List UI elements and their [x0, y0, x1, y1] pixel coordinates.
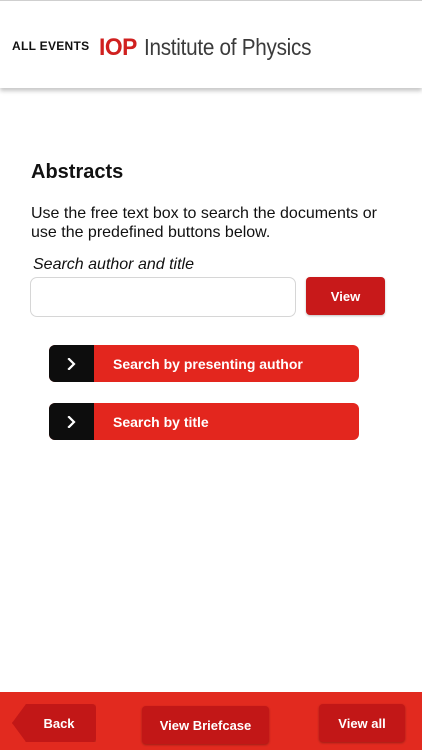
logo-mark: IOP [99, 34, 137, 61]
footer-bar: Back View Briefcase View all [0, 692, 422, 750]
search-by-title-button[interactable]: Search by title [49, 403, 359, 440]
intro-text: Use the free text box to search the docu… [31, 205, 377, 241]
view-all-button[interactable]: View all [319, 704, 405, 742]
search-input[interactable] [30, 277, 296, 317]
view-briefcase-button[interactable]: View Briefcase [142, 706, 269, 744]
header-bar: ALL EVENTS IOP Institute of Physics [0, 0, 422, 88]
chevron-right-icon [49, 345, 94, 382]
search-label: Search author and title [33, 256, 194, 273]
iop-logo: IOP Institute of Physics [99, 34, 330, 62]
search-by-title-label: Search by title [113, 413, 209, 430]
search-by-author-button[interactable]: Search by presenting author [49, 345, 359, 382]
abstracts-screen: ALL EVENTS IOP Institute of Physics Abst… [0, 0, 422, 750]
search-by-author-label: Search by presenting author [113, 355, 303, 372]
chevron-right-icon [49, 403, 94, 440]
page-title: Abstracts [31, 161, 124, 183]
back-button[interactable]: Back [12, 704, 96, 742]
all-events-link[interactable]: ALL EVENTS [12, 39, 89, 53]
logo-text: Institute of Physics [143, 34, 312, 60]
view-button[interactable]: View [306, 277, 385, 315]
